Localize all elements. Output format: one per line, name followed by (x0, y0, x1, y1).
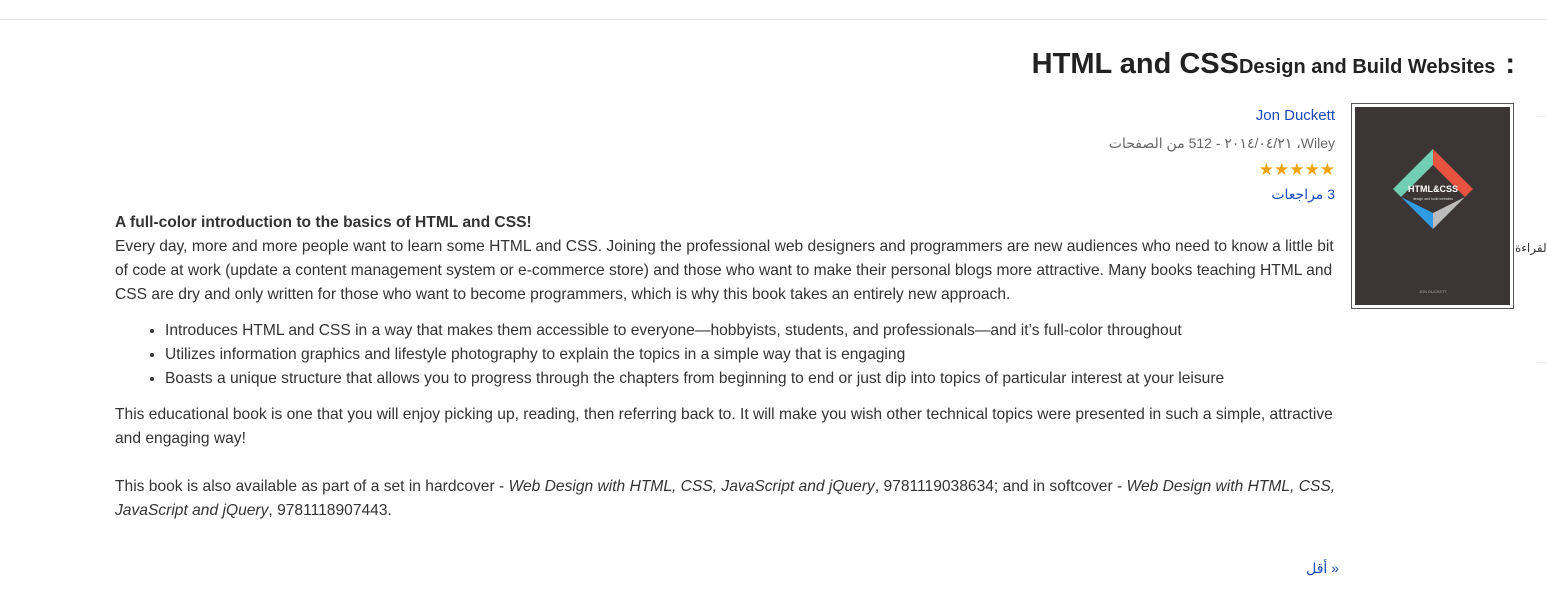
book-title: :HTML and CSSDesign and Build Websites (1032, 44, 1515, 81)
set-prefix: This book is also available as part of a… (115, 478, 509, 495)
cover-subtitle: design and build websites (1413, 197, 1453, 201)
set-mid: , 9781119038634; and in softcover - (874, 478, 1127, 495)
set-title-hardcover: Web Design with HTML, CSS, JavaScript an… (508, 478, 875, 495)
list-item: Boasts a unique structure that allows yo… (165, 367, 1340, 391)
top-divider (0, 19, 1547, 20)
feature-list: Introduces HTML and CSS in a way that ma… (115, 319, 1340, 391)
show-less-link[interactable]: « أقل (1306, 560, 1339, 577)
cover-diamond-graphic: HTML&CSS design and build websites JON D… (1393, 149, 1473, 294)
cover-title: HTML&CSS (1408, 184, 1458, 194)
book-subtitle: Design and Build Websites (1238, 56, 1496, 78)
rating-stars: ★★★★★ (1258, 160, 1335, 179)
description-lead: A full-color introduction to the basics … (115, 214, 532, 231)
book-cover[interactable]: HTML&CSS design and build websites JON D… (1351, 103, 1514, 309)
publisher-info: Wiley، ٢٠١٤/٠٤/٢١ - 512 من الصفحات (1108, 135, 1335, 151)
author-link[interactable]: Jon Duckett (1256, 107, 1335, 124)
cover-art: HTML&CSS design and build websites JON D… (1355, 107, 1510, 305)
set-suffix: , 9781118907443. (268, 502, 392, 519)
set-availability: This book is also available as part of a… (115, 475, 1340, 523)
read-tab[interactable]: القراءة (1515, 241, 1547, 255)
side-rule-top (1538, 116, 1547, 117)
reviews-link[interactable]: 3 مراجعات (1271, 186, 1335, 203)
description-closing: This educational book is one that you wi… (115, 406, 1333, 447)
side-rule-bottom (1538, 362, 1547, 363)
cover-author: JON DUCKETT (1419, 289, 1448, 294)
list-item: Utilizes information graphics and lifest… (165, 343, 1340, 367)
list-item: Introduces HTML and CSS in a way that ma… (165, 319, 1340, 343)
book-description: A full-color introduction to the basics … (115, 211, 1340, 523)
description-intro: Every day, more and more people want to … (115, 238, 1334, 303)
